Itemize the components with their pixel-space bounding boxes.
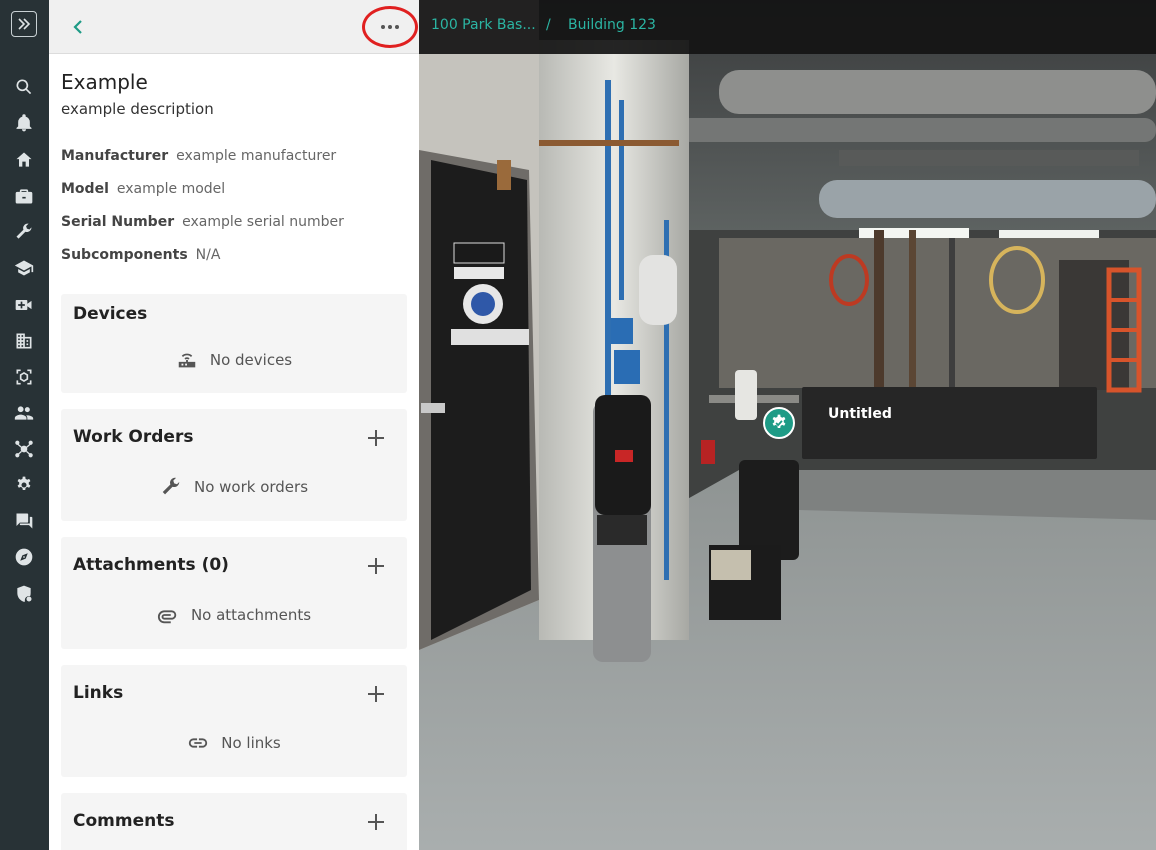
wrench-icon <box>162 477 180 495</box>
nav-notifications[interactable] <box>12 111 36 135</box>
gear-check-icon <box>772 414 786 428</box>
video-camera-icon <box>15 300 32 310</box>
nav-settings[interactable] <box>12 473 36 497</box>
work-orders-empty-state: No work orders <box>61 476 407 498</box>
router-icon <box>178 353 196 368</box>
search-icon <box>16 79 32 95</box>
section-title: Links <box>73 683 124 703</box>
property-value: example serial number <box>182 214 344 230</box>
section-title: Comments <box>73 811 175 831</box>
nav-buildings[interactable] <box>12 329 36 353</box>
property-value: N/A <box>195 247 221 263</box>
nav-integrations[interactable] <box>12 437 36 461</box>
bell-icon <box>16 114 32 132</box>
asset-description: example description <box>61 100 214 118</box>
gear-icon <box>17 476 31 490</box>
property-label: Manufacturer <box>61 148 169 164</box>
nav-messages[interactable] <box>12 509 36 533</box>
breadcrumb-separator: / <box>546 17 551 33</box>
shield-gear-icon <box>17 585 32 602</box>
asset-title: Example <box>61 70 148 94</box>
more-options-button[interactable] <box>362 6 418 48</box>
add-attachment-button[interactable] <box>367 557 385 575</box>
nav-rail <box>0 0 49 850</box>
tag-popup[interactable]: Untitled <box>802 387 1097 459</box>
property-label: Model <box>61 181 109 197</box>
people-icon <box>14 406 34 420</box>
cube-scan-icon <box>16 369 32 385</box>
expand-nav-button[interactable] <box>11 11 37 37</box>
links-section: Links No links <box>61 665 407 777</box>
nav-security[interactable] <box>12 582 36 606</box>
empty-text: No attachments <box>190 606 312 624</box>
nav-home[interactable] <box>12 148 36 172</box>
property-value: example manufacturer <box>176 148 337 164</box>
more-dot-icon <box>388 25 392 29</box>
breadcrumb-bar: 100 Park Bas... / Building 123 <box>419 0 1156 54</box>
paperclip-icon <box>157 610 177 624</box>
link-icon <box>189 738 208 748</box>
nav-explore[interactable] <box>12 545 36 569</box>
graduation-cap-icon <box>14 260 34 276</box>
add-comment-button[interactable] <box>367 813 385 831</box>
section-title: Devices <box>73 304 148 324</box>
nav-assets[interactable] <box>12 184 36 208</box>
building-icon <box>16 333 32 349</box>
back-button[interactable] <box>67 15 89 39</box>
property-value: example model <box>116 181 226 197</box>
attachments-empty-state: No attachments <box>61 604 407 626</box>
home-icon <box>16 152 32 167</box>
nav-3d-models[interactable] <box>12 365 36 389</box>
devices-section: Devices No devices <box>61 294 407 393</box>
double-chevron-right-icon <box>18 18 31 30</box>
breadcrumb-item-building[interactable]: Building 123 <box>568 17 656 33</box>
tag-title: Untitled <box>828 406 892 422</box>
section-title: Work Orders <box>73 427 194 447</box>
wrench-icon <box>16 223 32 239</box>
property-label: Subcomponents <box>61 247 188 263</box>
nav-search[interactable] <box>12 75 36 99</box>
section-title: Attachments (0) <box>73 555 229 575</box>
more-dot-icon <box>395 25 399 29</box>
empty-text: No links <box>221 734 281 752</box>
property-subcomponents: Subcomponents N/A <box>61 247 220 263</box>
work-orders-section: Work Orders No work orders <box>61 409 407 521</box>
attachments-section: Attachments (0) No attachments <box>61 537 407 649</box>
chat-icon <box>16 513 33 529</box>
nav-training[interactable] <box>12 256 36 280</box>
more-dot-icon <box>381 25 385 29</box>
compass-icon <box>15 548 33 566</box>
comments-section: Comments <box>61 793 407 850</box>
breadcrumb-item-site[interactable]: 100 Park Bas... <box>431 17 536 33</box>
devices-empty-state: No devices <box>61 349 407 371</box>
add-link-button[interactable] <box>367 685 385 703</box>
nav-video[interactable] <box>12 293 36 317</box>
briefcase-icon <box>15 189 33 204</box>
tag-marker[interactable] <box>763 407 795 439</box>
panel-header <box>49 0 419 54</box>
nav-work-orders[interactable] <box>12 220 36 244</box>
property-serial-number: Serial Number example serial number <box>61 214 344 230</box>
property-label: Serial Number <box>61 214 175 230</box>
add-work-order-button[interactable] <box>367 429 385 447</box>
nav-people[interactable] <box>12 401 36 425</box>
space-viewer[interactable]: 100 Park Bas... / Building 123 Untitled <box>419 0 1156 850</box>
empty-text: No work orders <box>193 478 309 496</box>
network-icon <box>15 440 33 458</box>
property-model: Model example model <box>61 181 225 197</box>
links-empty-state: No links <box>61 732 407 754</box>
empty-text: No devices <box>209 351 293 369</box>
property-manufacturer: Manufacturer example manufacturer <box>61 148 336 164</box>
chevron-left-icon <box>73 20 82 34</box>
asset-details-panel: Example example description Manufacturer… <box>49 0 419 850</box>
